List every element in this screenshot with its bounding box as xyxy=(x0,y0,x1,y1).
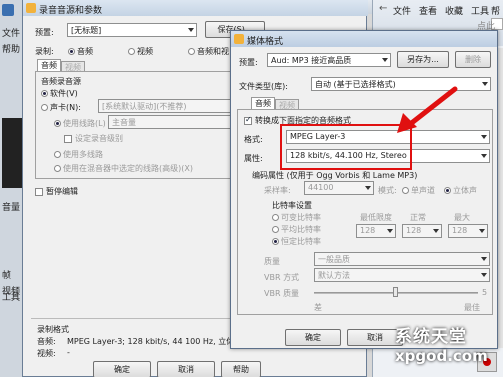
back-arrow-icon[interactable]: ← xyxy=(379,3,387,14)
best-label: 最佳 xyxy=(464,303,480,312)
format-title: 录制格式 xyxy=(37,325,69,334)
normal-label: 正常 xyxy=(410,213,426,222)
mixer-line-radio[interactable]: 使用在混音器中选定的线路(高级)(X) xyxy=(54,163,193,174)
vbr-mode-select[interactable]: 默认方法 xyxy=(314,268,490,282)
audio-format-value: MPEG Layer-3; 128 kbit/s, 44 100 Hz, 立体声 xyxy=(67,337,243,346)
dialog-icon xyxy=(26,3,36,13)
media-dialog-title: 媒体格式 xyxy=(247,37,284,47)
media-audio-panel: 转换成下面指定的音频格式 格式: MPEG Layer-3 属性: 128 kb… xyxy=(237,109,493,315)
media-dialog-titlebar[interactable]: 媒体格式 xyxy=(231,31,497,47)
save-as-button[interactable]: 另存为... xyxy=(397,51,449,68)
cancel-button[interactable]: 取消 xyxy=(157,361,215,377)
source-title: 音频录音源 xyxy=(41,77,81,86)
bg-file-menu[interactable]: 文件 xyxy=(2,26,20,39)
record-label: 录制: xyxy=(35,47,54,56)
max-label: 最大 xyxy=(454,213,470,222)
filetype-label: 文件类型(库): xyxy=(239,82,288,91)
ok-button[interactable]: 确定 xyxy=(93,361,151,377)
stereo-radio[interactable]: 立体声 xyxy=(444,185,477,196)
bg-frame-label: 帧 xyxy=(2,271,12,281)
cbr-radio[interactable]: 恒定比特率 xyxy=(272,236,321,247)
software-radio[interactable]: 软件(V) xyxy=(41,88,78,99)
divider xyxy=(31,318,231,319)
media-tab-audio[interactable]: 音频 xyxy=(251,97,275,109)
audio-source-panel: 音频录音源 软件(V) 声卡(N): [系统默认驱动](不推荐) 使用线路(L)… xyxy=(35,71,235,179)
soundcard-radio[interactable]: 声卡(N): xyxy=(41,102,81,113)
abr-radio[interactable]: 平均比特率 xyxy=(272,224,321,235)
tab-audio[interactable]: 音频 xyxy=(37,59,61,71)
annotation-arrow-icon xyxy=(397,86,458,133)
menu-file[interactable]: 文件 xyxy=(393,4,411,17)
recording-dialog-title: 录音音源和参数 xyxy=(39,6,103,16)
audio-format-label: 音频: xyxy=(37,337,56,346)
max-bitrate-select[interactable]: 128 xyxy=(448,224,488,238)
vbr-radio[interactable]: 可变比特率 xyxy=(272,212,321,223)
min-bitrate-select[interactable]: 128 xyxy=(356,224,396,238)
line-select[interactable]: 主音量 xyxy=(108,115,232,129)
soundcard-select[interactable]: [系统默认驱动](不推荐) xyxy=(98,99,232,113)
samplerate-select[interactable]: 44100 xyxy=(304,181,374,195)
record-audio-radio[interactable]: 音频 xyxy=(68,46,93,57)
bitrate-title: 比特率设置 xyxy=(272,201,312,210)
pause-checkbox[interactable]: 暂停编辑 xyxy=(35,186,78,197)
record-video-radio[interactable]: 视频 xyxy=(128,46,153,57)
bg-tools-label: 工具 xyxy=(2,293,21,303)
watermark-line2: xpgod.com xyxy=(395,347,488,365)
watermark: 系统天堂 xpgod.com xyxy=(395,322,503,377)
use-line-radio[interactable]: 使用线路(L) xyxy=(54,118,106,129)
set-level-checkbox[interactable]: 设定录音级别 xyxy=(64,133,123,144)
media-preset-select[interactable]: Aud: MP3 接近高品质 xyxy=(267,53,391,67)
record-both-radio[interactable]: 音频和视 xyxy=(188,46,229,57)
min-label: 最低限度 xyxy=(360,213,392,222)
app-logo-icon xyxy=(2,4,14,16)
video-format-label: 视频: xyxy=(37,349,56,358)
help-button[interactable]: 帮助 xyxy=(221,361,261,377)
delete-button[interactable]: 删除 xyxy=(455,51,491,68)
watermark-line1: 系统天堂 xyxy=(395,327,467,347)
multi-line-radio[interactable]: 使用多线路 xyxy=(54,149,103,160)
preview-thumbnail xyxy=(2,118,24,188)
vbr-quality-value: 5 xyxy=(482,288,488,297)
vbr-quality-label: VBR 质量 xyxy=(264,289,300,298)
bg-volume-label: 音量 xyxy=(2,203,21,213)
mode-label: 模式: xyxy=(378,186,397,195)
media-dialog-icon xyxy=(234,34,244,44)
vbr-mode-label: VBR 方式 xyxy=(264,273,300,282)
annotation-highlight-box xyxy=(280,124,412,170)
quality-select[interactable]: 一般品质 xyxy=(314,252,490,266)
video-format-value: - xyxy=(67,348,70,357)
preset-label: 预置: xyxy=(35,28,54,37)
menu-view[interactable]: 查看 xyxy=(419,4,437,17)
mono-radio[interactable]: 单声道 xyxy=(402,185,435,196)
normal-bitrate-select[interactable]: 128 xyxy=(402,224,442,238)
worst-label: 差 xyxy=(314,303,322,312)
attr-label: 属性: xyxy=(244,154,263,163)
media-format-dialog: 媒体格式 预置: Aud: MP3 接近高品质 另存为... 删除 文件类型(库… xyxy=(230,30,498,349)
samplerate-label: 采样率: xyxy=(264,186,291,195)
menu-favorites[interactable]: 收藏 xyxy=(445,4,463,17)
vbr-quality-thumb[interactable] xyxy=(393,287,398,297)
media-ok-button[interactable]: 确定 xyxy=(285,329,341,346)
quality-label: 质量 xyxy=(264,257,280,266)
preset-select[interactable]: [无标题] xyxy=(67,23,197,37)
bg-help-menu[interactable]: 帮助 xyxy=(2,42,20,55)
encode-title: 编码属性 (仅用于 Ogg Vorbis 和 Lame MP3) xyxy=(252,171,418,180)
media-preset-label: 预置: xyxy=(239,58,258,67)
menu-tools[interactable]: 工具 xyxy=(471,4,489,17)
recording-dialog-titlebar[interactable]: 录音音源和参数 xyxy=(23,0,368,16)
format-label: 格式: xyxy=(244,135,263,144)
